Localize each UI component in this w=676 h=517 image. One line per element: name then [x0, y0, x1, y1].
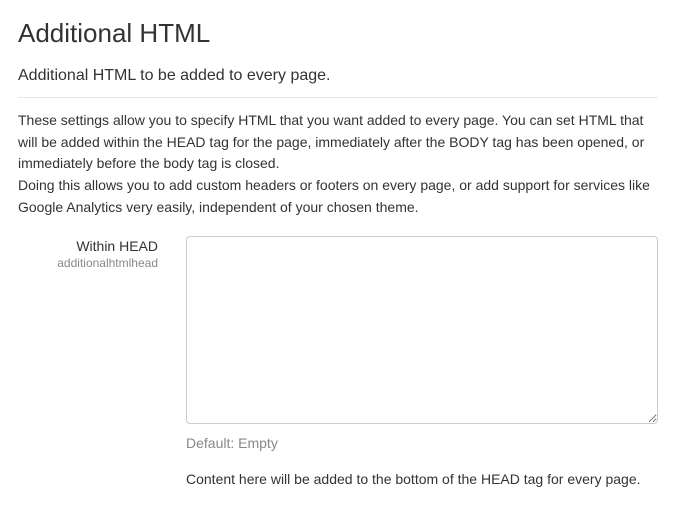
page-subtitle: Additional HTML to be added to every pag…	[18, 67, 658, 85]
divider	[18, 97, 658, 98]
label-column: Within HEAD additionalhtmlhead	[18, 236, 158, 270]
page-description: These settings allow you to specify HTML…	[18, 110, 658, 218]
description-paragraph-2: Doing this allows you to add custom head…	[18, 177, 650, 215]
description-paragraph-1: These settings allow you to specify HTML…	[18, 112, 644, 171]
within-head-help-text: Content here will be added to the bottom…	[186, 469, 658, 491]
within-head-textarea[interactable]	[186, 236, 658, 424]
within-head-label: Within HEAD	[18, 238, 158, 254]
within-head-default-hint: Default: Empty	[186, 435, 658, 451]
input-column: Default: Empty Content here will be adde…	[186, 236, 658, 491]
within-head-setting-name: additionalhtmlhead	[18, 256, 158, 270]
page-title: Additional HTML	[18, 18, 658, 49]
form-row-within-head: Within HEAD additionalhtmlhead Default: …	[18, 236, 658, 491]
